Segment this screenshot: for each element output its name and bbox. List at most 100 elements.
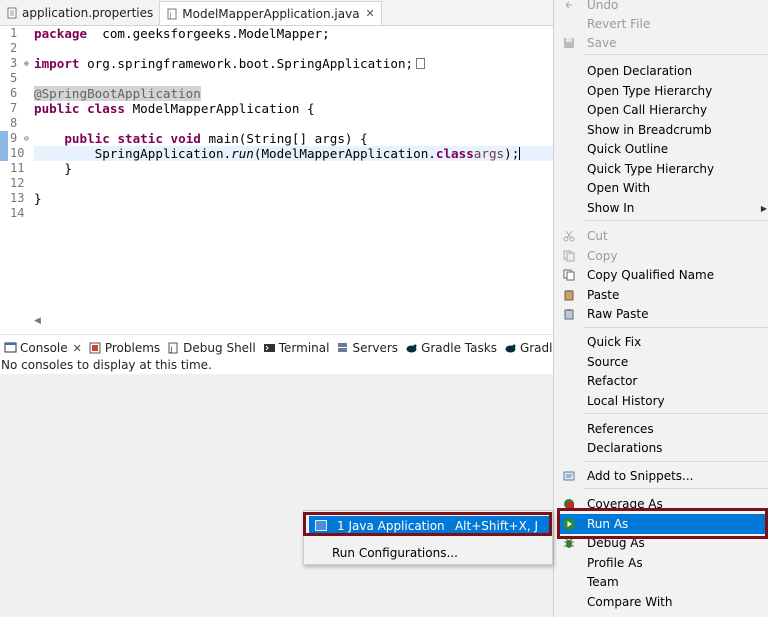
code-line[interactable]: 5 — [0, 71, 553, 86]
line-number-gutter[interactable]: 3 ⊕ — [0, 56, 34, 71]
code-token: SpringApplication. — [34, 146, 232, 161]
line-number-gutter[interactable]: 1 — [0, 26, 34, 41]
line-number-gutter[interactable]: 14 — [0, 206, 34, 221]
menu-item-local-history[interactable]: Local History — [554, 391, 768, 411]
code-line[interactable]: 14 — [0, 206, 553, 221]
menu-item-run-as[interactable]: Run As — [558, 514, 768, 534]
tab-servers[interactable]: Servers — [333, 341, 402, 355]
menu-item-open-type-hierarchy[interactable]: Open Type Hierarchy — [554, 81, 768, 101]
code-token: static — [117, 131, 163, 146]
line-number-gutter[interactable]: 5 — [0, 71, 34, 86]
menu-item-show-in-breadcrumb[interactable]: Show in Breadcrumb — [554, 120, 768, 140]
panel-divider[interactable] — [0, 334, 553, 335]
tab-application-properties[interactable]: application.properties — [0, 1, 159, 25]
menu-item-open-declaration[interactable]: Open Declaration — [554, 61, 768, 81]
menu-item-coverage-as[interactable]: Coverage As — [554, 494, 768, 514]
code-text[interactable]: @SpringBootApplication — [34, 86, 553, 101]
tab-console[interactable]: Console ✕ — [0, 341, 86, 355]
terminal-icon — [263, 342, 276, 354]
code-line[interactable]: 2 — [0, 41, 553, 56]
code-line[interactable]: 6 @SpringBootApplication — [0, 86, 553, 101]
menu-item-raw-paste[interactable]: Raw Paste — [554, 304, 768, 324]
run-configurations-menu-item[interactable]: Run Configurations... — [304, 543, 554, 562]
menu-item-quick-fix[interactable]: Quick Fix — [554, 332, 768, 352]
code-line[interactable]: 7 public class ModelMapperApplication { — [0, 101, 553, 116]
menu-item-refactor[interactable]: Refactor — [554, 371, 768, 391]
code-text[interactable]: import org.springframework.boot.SpringAp… — [34, 56, 553, 71]
line-number-gutter[interactable]: 8 — [0, 116, 34, 131]
menu-item-profile-as[interactable]: Profile As — [554, 553, 768, 573]
code-text[interactable] — [34, 41, 553, 56]
menu-item-copy-qualified-name[interactable]: Copy Qualified Name — [554, 265, 768, 285]
tab-label: application.properties — [22, 6, 154, 20]
code-text[interactable]: } — [34, 161, 553, 176]
line-number-gutter[interactable]: 12 — [0, 176, 34, 191]
line-number-gutter[interactable]: 9 ⊖ — [0, 131, 34, 146]
menu-item-compare-with[interactable]: Compare With — [554, 592, 768, 612]
menu-item-debug-as[interactable]: Debug As — [554, 533, 768, 553]
menu-separator — [584, 461, 768, 462]
code-line[interactable]: 8 — [0, 116, 553, 131]
code-text[interactable]: package com.geeksforgeeks.ModelMapper; — [34, 26, 553, 41]
menu-item-open-call-hierarchy[interactable]: Open Call Hierarchy — [554, 100, 768, 120]
line-number-gutter[interactable]: 2 — [0, 41, 34, 56]
paste-icon — [563, 289, 575, 301]
code-text[interactable]: SpringApplication.run(ModelMapperApplica… — [34, 146, 553, 161]
scroll-left-icon[interactable]: ◀ — [34, 316, 41, 326]
code-editor[interactable]: 1 package com.geeksforgeeks.ModelMapper; 2… — [0, 26, 553, 316]
menu-item-open-with[interactable]: Open With — [554, 178, 768, 198]
editor-horizontal-scrollbar[interactable]: ◀ — [30, 316, 553, 328]
close-icon[interactable]: ✕ — [73, 342, 82, 355]
menu-item-quick-type-hierarchy[interactable]: Quick Type Hierarchy — [554, 159, 768, 179]
close-icon[interactable]: ✕ — [366, 7, 375, 20]
menu-item-add-to-snippets[interactable]: Add to Snippets... — [554, 466, 768, 486]
code-token: @SpringBootApplication — [34, 86, 201, 101]
collapsed-imports-icon[interactable] — [416, 58, 426, 69]
svg-text:J: J — [170, 346, 173, 354]
code-text[interactable] — [34, 71, 553, 86]
menu-item-shortcut: Alt+Shift+X, J — [454, 518, 538, 533]
tab-model-mapper-application[interactable]: J ModelMapperApplication.java ✕ — [159, 1, 382, 25]
view-tab-bar: Console ✕ Problems J Debug Shell Termina… — [0, 339, 553, 357]
code-text[interactable] — [34, 176, 553, 191]
line-number-gutter[interactable]: 6 — [0, 86, 34, 101]
fold-toggle-icon[interactable]: ⊕ — [24, 56, 29, 71]
code-line[interactable]: 13} — [0, 191, 553, 206]
fold-toggle-icon[interactable]: ⊖ — [24, 131, 29, 146]
menu-separator — [584, 488, 768, 489]
code-text[interactable]: public class ModelMapperApplication { — [34, 101, 553, 116]
code-line[interactable]: 9 ⊖ public static void main(String[] args… — [0, 131, 553, 146]
menu-item-paste[interactable]: Paste — [554, 285, 768, 305]
line-number-gutter[interactable]: 10 — [0, 146, 34, 161]
menu-separator — [584, 220, 768, 221]
tab-gradle-executions[interactable]: Gradle Executions — [501, 341, 553, 355]
tab-gradle-tasks[interactable]: Gradle Tasks — [402, 341, 501, 355]
tab-problems[interactable]: Problems — [86, 341, 164, 355]
code-line[interactable]: 3 ⊕ import org.springframework.boot.Spring… — [0, 56, 553, 71]
line-number: 11 — [10, 161, 25, 175]
line-number-gutter[interactable]: 11 — [0, 161, 34, 176]
code-line[interactable]: 1 package com.geeksforgeeks.ModelMapper; — [0, 26, 553, 41]
code-text[interactable] — [34, 206, 553, 221]
code-line[interactable]: 12 — [0, 176, 553, 191]
code-text[interactable]: public static void main(String[] args) { — [34, 131, 553, 146]
menu-item-quick-outline[interactable]: Quick Outline — [554, 139, 768, 159]
menu-item-declarations[interactable]: Declarations — [554, 438, 768, 458]
code-text[interactable] — [34, 116, 553, 131]
code-line[interactable]: 10 SpringApplication.run(ModelMapperAppl… — [0, 146, 553, 161]
menu-item-show-in[interactable]: Show In ▶ — [554, 198, 768, 218]
copy-qualified-icon — [563, 269, 575, 281]
code-line[interactable]: 11 } — [0, 161, 553, 176]
java-application-menu-item[interactable]: 1 Java Application Alt+Shift+X, J — [309, 516, 549, 535]
line-number: 10 — [10, 146, 25, 160]
console-body[interactable] — [0, 374, 553, 617]
line-number-gutter[interactable]: 13 — [0, 191, 34, 206]
tab-terminal[interactable]: Terminal — [260, 341, 334, 355]
menu-item-source[interactable]: Source — [554, 352, 768, 372]
line-number-gutter[interactable]: 7 — [0, 101, 34, 116]
tab-debug-shell[interactable]: J Debug Shell — [164, 341, 260, 355]
code-text[interactable]: } — [34, 191, 553, 206]
menu-item-team[interactable]: Team — [554, 572, 768, 592]
menu-item-references[interactable]: References — [554, 419, 768, 439]
